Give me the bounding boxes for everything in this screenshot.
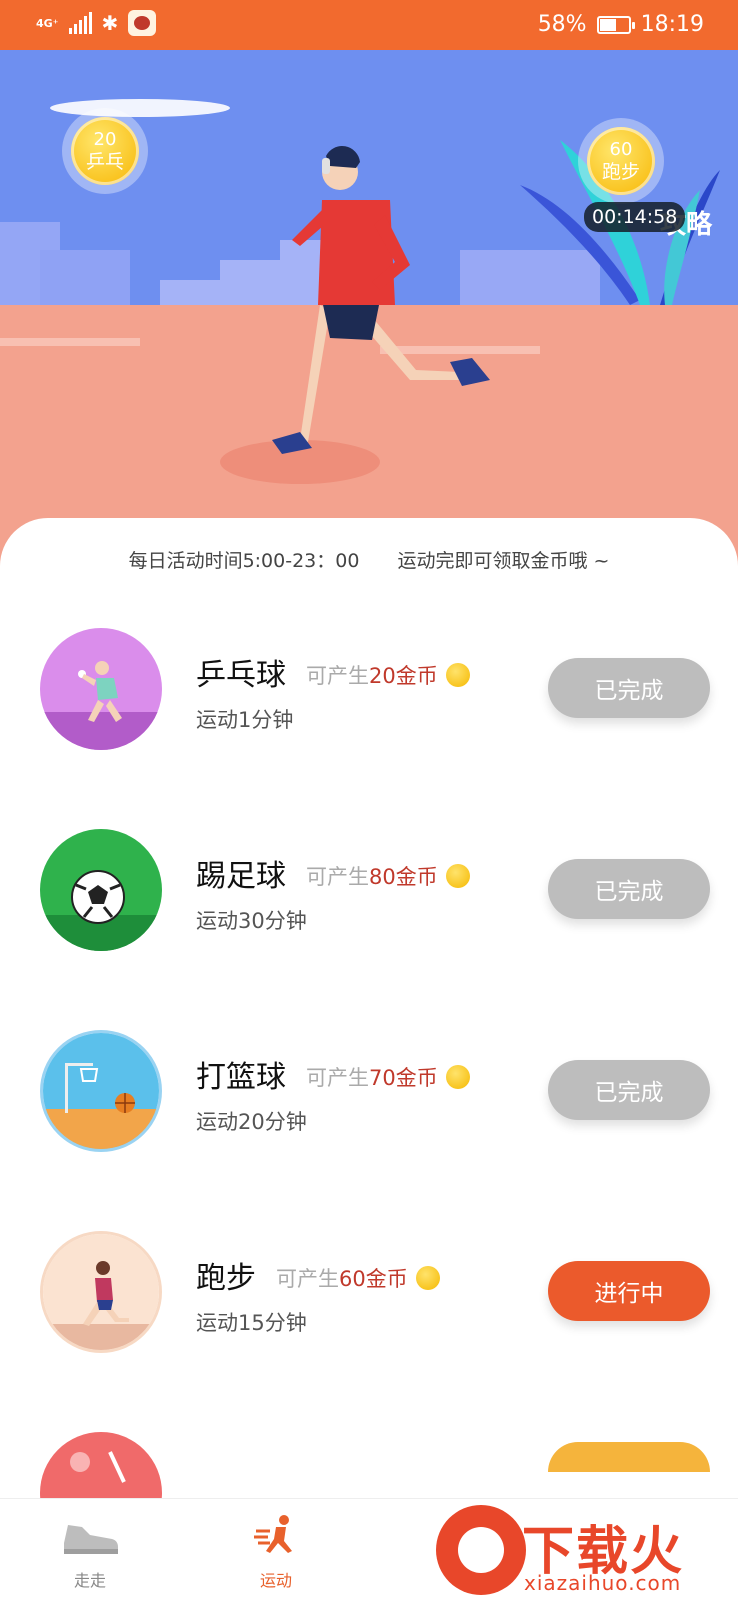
coin-icon bbox=[445, 1065, 470, 1089]
activity-name: 踢足球 bbox=[196, 859, 286, 894]
tab-walk[interactable]: 走走 bbox=[30, 1513, 150, 1591]
watermark-url: xiazaihuo.com bbox=[524, 1571, 682, 1595]
reward-prefix: 可产生 bbox=[276, 1267, 339, 1291]
basketball-icon bbox=[40, 1030, 162, 1152]
battery-icon bbox=[596, 15, 635, 34]
coin-icon bbox=[415, 1266, 440, 1290]
activity-name: 乒乓球 bbox=[196, 658, 286, 693]
bottom-navigation: 走走 运动 下载火 xiazaihuo.com bbox=[0, 1498, 738, 1600]
bluetooth-icon: ✱ bbox=[101, 11, 119, 35]
clock: 18:19 bbox=[640, 12, 704, 37]
countdown-timer: 00:14:58 bbox=[584, 202, 686, 232]
activity-name: 打篮球 bbox=[196, 1060, 286, 1095]
activity-hours: 每日活动时间5:00-23：00 bbox=[128, 550, 360, 572]
app-notification-icon bbox=[128, 10, 157, 36]
coin-icon: 20 乒乓 bbox=[71, 117, 139, 185]
status-bar: 4G⁺ ✱ 58% 18:19 bbox=[0, 0, 738, 50]
coin-bubble-pingpong[interactable]: 20 乒乓 bbox=[62, 108, 148, 194]
network-type-label: 4G⁺ bbox=[36, 16, 59, 30]
tab-sport[interactable]: 运动 bbox=[216, 1513, 336, 1591]
coin-bubble-number: 60 bbox=[609, 139, 633, 160]
partial-button bbox=[548, 1442, 710, 1472]
shoe-icon bbox=[64, 1525, 118, 1554]
football-icon bbox=[40, 829, 162, 951]
activity-duration: 运动15分钟 bbox=[196, 1311, 307, 1335]
tab-sport-label: 运动 bbox=[259, 1571, 292, 1590]
watermark: 下载火 xiazaihuo.com bbox=[436, 1505, 736, 1597]
coin-icon: 60 跑步 bbox=[587, 127, 655, 195]
fitness-icon bbox=[40, 1432, 162, 1498]
coin-icon bbox=[445, 864, 470, 888]
status-button-completed[interactable]: 已完成 bbox=[548, 1060, 710, 1120]
pingpong-icon bbox=[40, 628, 162, 750]
battery-percent: 58% bbox=[537, 12, 587, 37]
status-button-completed[interactable]: 已完成 bbox=[548, 859, 710, 919]
activity-duration: 运动20分钟 bbox=[196, 1110, 307, 1134]
coin-icon bbox=[445, 663, 470, 687]
list-item-partial bbox=[0, 1432, 738, 1498]
hero-banner: 20 乒乓 60 跑步 攻略 00:14:58 bbox=[0, 50, 738, 570]
activity-hint: 运动完即可领取金币哦 ~ bbox=[397, 550, 610, 572]
reward-info: 可产生 20金币 bbox=[306, 660, 470, 690]
list-item: 打篮球 可产生 70金币 运动20分钟 已完成 bbox=[0, 1030, 738, 1170]
reward-prefix: 可产生 bbox=[306, 1066, 369, 1090]
coin-bubble-label: 跑步 bbox=[601, 161, 640, 183]
activity-notice: 每日活动时间5:00-23：00 运动完即可领取金币哦 ~ bbox=[0, 546, 738, 573]
coin-bubble-running[interactable]: 60 跑步 bbox=[578, 118, 664, 204]
reward-info: 可产生 60金币 bbox=[276, 1263, 440, 1293]
running-icon bbox=[40, 1231, 162, 1353]
reward-info: 可产生 80金币 bbox=[306, 861, 470, 891]
reward-amount: 80金币 bbox=[369, 865, 438, 889]
reward-amount: 70金币 bbox=[369, 1066, 438, 1090]
status-button-completed[interactable]: 已完成 bbox=[548, 658, 710, 718]
coin-bubble-label: 乒乓 bbox=[85, 151, 124, 173]
reward-prefix: 可产生 bbox=[306, 865, 369, 889]
watermark-logo bbox=[436, 1505, 526, 1595]
running-man-icon bbox=[254, 1515, 292, 1553]
reward-amount: 20金币 bbox=[369, 664, 438, 688]
reward-info: 可产生 70金币 bbox=[306, 1062, 470, 1092]
list-item: 踢足球 可产生 80金币 运动30分钟 已完成 bbox=[0, 829, 738, 969]
activity-name: 跑步 bbox=[196, 1261, 256, 1296]
list-item: 跑步 可产生 60金币 运动15分钟 进行中 bbox=[0, 1231, 738, 1371]
tab-walk-label: 走走 bbox=[73, 1571, 106, 1590]
reward-amount: 60金币 bbox=[339, 1267, 408, 1291]
activity-duration: 运动30分钟 bbox=[196, 909, 307, 933]
activity-duration: 运动1分钟 bbox=[196, 708, 294, 732]
activity-card: 每日活动时间5:00-23：00 运动完即可领取金币哦 ~ 乒乓球 可产生 20金币 bbox=[0, 518, 738, 1498]
reward-prefix: 可产生 bbox=[306, 664, 369, 688]
coin-bubble-number: 20 bbox=[93, 129, 117, 150]
list-item: 乒乓球 可产生 20金币 运动1分钟 已完成 bbox=[0, 628, 738, 768]
signal-icon bbox=[68, 12, 92, 34]
status-button-in-progress[interactable]: 进行中 bbox=[548, 1261, 710, 1321]
